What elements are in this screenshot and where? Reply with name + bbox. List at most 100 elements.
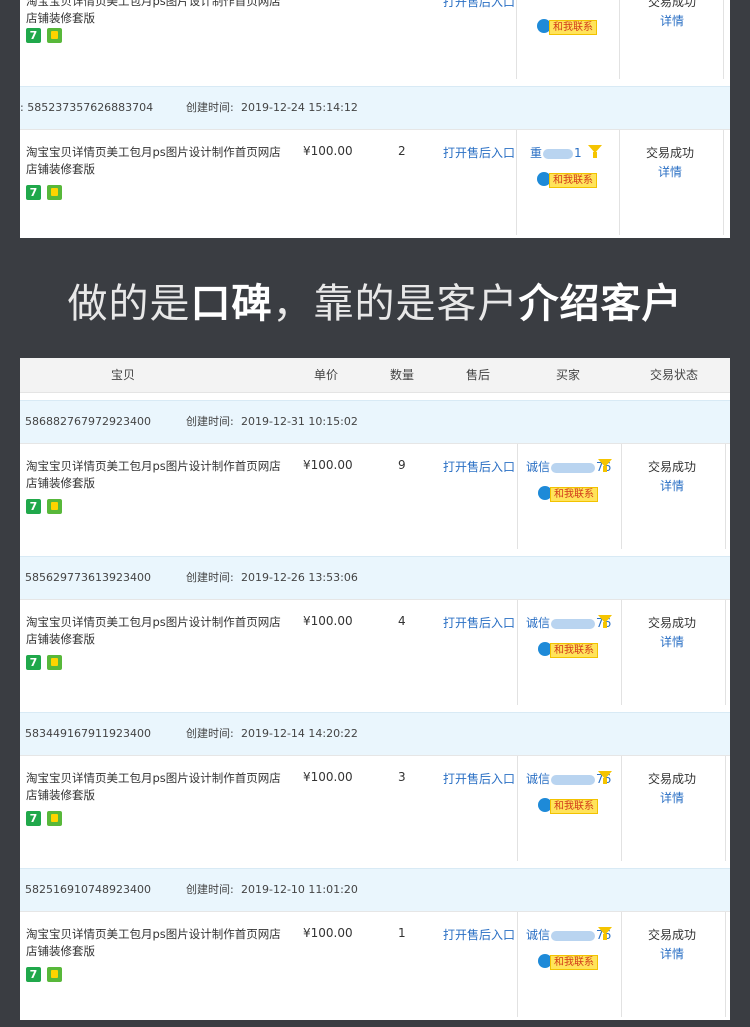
unit-price: ¥100.00 [303, 614, 353, 628]
order-row: 淘宝宝贝详情页美工包月ps图片设计制作首页网店店铺装修套版 7 ¥100.00 … [20, 129, 730, 235]
item-title[interactable]: 淘宝宝贝详情页美工包月ps图片设计制作首页网店店铺装修套版 [26, 144, 291, 178]
unit-price: ¥100.00 [303, 926, 353, 940]
blurred-name [551, 618, 596, 629]
item-title[interactable]: 淘宝宝贝详情页美工包月ps图片设计制作首页网店店铺装修套版 [26, 458, 291, 492]
created-time: 2019-12-31 10:15:02 [241, 415, 358, 428]
shopping-bag-icon [47, 655, 62, 670]
created-time: 2019-12-14 14:20:22 [241, 727, 358, 740]
order-row: 淘宝宝贝详情页美工包月ps图片设计制作首页网店店铺装修套版 7 ¥100.00 … [20, 755, 730, 861]
created-time: 2019-12-26 13:53:06 [241, 571, 358, 584]
order-header: 583449167911923400 创建时间: 2019-12-14 14:2… [20, 712, 730, 755]
quantity: 1 [398, 926, 406, 940]
service-badges: 7 [26, 28, 68, 43]
service-badges: 7 [26, 655, 68, 670]
shopping-bag-icon [47, 28, 62, 43]
detail-link[interactable]: 详情 [622, 789, 722, 808]
after-sale-link[interactable]: 打开售后入口 [443, 770, 515, 787]
created-label: 创建时间: [186, 727, 234, 740]
order-row-partial: 淘宝宝贝详情页美工包月ps图片设计制作首页网店店铺装修套版 7 打开售后入口 和… [20, 0, 730, 79]
contact-seller-button[interactable]: 和我联系 [538, 954, 598, 970]
blurred-name [551, 462, 596, 473]
trade-status: 交易成功 详情 [620, 144, 720, 182]
detail-link[interactable]: 详情 [620, 163, 720, 182]
trade-status: 交易成功 详情 [622, 0, 722, 31]
filter-icon[interactable] [598, 927, 612, 940]
created-label: 创建时间: [186, 883, 234, 896]
detail-link[interactable]: 详情 [622, 12, 722, 31]
order-header: 586882767972923400 创建时间: 2019-12-31 10:1… [20, 400, 730, 443]
order-list-panel-top: 淘宝宝贝详情页美工包月ps图片设计制作首页网店店铺装修套版 7 打开售后入口 和… [20, 0, 730, 238]
after-sale-link[interactable]: 打开售后入口 [443, 0, 515, 10]
shopping-bag-icon [47, 811, 62, 826]
trade-status: 交易成功 详情 [622, 458, 722, 496]
detail-link[interactable]: 详情 [622, 945, 722, 964]
after-sale-link[interactable]: 打开售后入口 [443, 614, 515, 631]
seven-day-return-icon: 7 [26, 499, 41, 514]
shopping-bag-icon [47, 499, 62, 514]
col-qty: 数量 [390, 368, 415, 382]
buyer-name[interactable]: 重1 [530, 144, 582, 161]
col-item: 宝贝 [111, 368, 136, 382]
col-after-sale: 售后 [466, 368, 491, 382]
seven-day-return-icon: 7 [26, 185, 41, 200]
filter-icon[interactable] [598, 771, 612, 784]
order-header: : 585237357626883704 创建时间: 2019-12-24 15… [20, 86, 730, 129]
item-title[interactable]: 淘宝宝贝详情页美工包月ps图片设计制作首页网店店铺装修套版 [26, 614, 291, 648]
shopping-bag-icon [47, 967, 62, 982]
order-number: 585629773613923400 [25, 571, 151, 584]
unit-price: ¥100.00 [303, 770, 353, 784]
contact-seller-button[interactable]: 和我联系 [538, 798, 598, 814]
item-title[interactable]: 淘宝宝贝详情页美工包月ps图片设计制作首页网店店铺装修套版 [26, 0, 291, 27]
seven-day-return-icon: 7 [26, 655, 41, 670]
col-status: 交易状态 [650, 368, 699, 382]
blurred-name [551, 774, 596, 785]
created-label: 创建时间: [186, 101, 234, 114]
service-badges: 7 [26, 185, 68, 200]
order-number: 582516910748923400 [25, 883, 151, 896]
after-sale-link[interactable]: 打开售后入口 [443, 926, 515, 943]
order-list-panel: 宝贝 单价 数量 售后 买家 交易状态 586882767972923400 创… [20, 358, 730, 1020]
contact-seller-button[interactable]: 和我联系 [537, 172, 597, 188]
trade-status: 交易成功 详情 [622, 926, 722, 964]
after-sale-link[interactable]: 打开售后入口 [443, 144, 515, 161]
promo-heading: 做的是口碑，靠的是客户介绍客户 [67, 281, 683, 327]
service-badges: 7 [26, 499, 68, 514]
order-row: 淘宝宝贝详情页美工包月ps图片设计制作首页网店店铺装修套版 7 ¥100.00 … [20, 911, 730, 1017]
detail-link[interactable]: 详情 [622, 477, 722, 496]
filter-icon[interactable] [598, 615, 612, 628]
blurred-name [543, 148, 574, 159]
service-badges: 7 [26, 967, 68, 982]
unit-price: ¥100.00 [303, 144, 353, 158]
blurred-name [551, 930, 596, 941]
created-label: 创建时间: [186, 571, 234, 584]
service-badges: 7 [26, 811, 68, 826]
col-buyer: 买家 [556, 368, 581, 382]
quantity: 3 [398, 770, 406, 784]
unit-price: ¥100.00 [303, 458, 353, 472]
contact-seller-button[interactable]: 和我联系 [537, 19, 597, 35]
quantity: 4 [398, 614, 406, 628]
trade-status: 交易成功 详情 [622, 614, 722, 652]
contact-seller-button[interactable]: 和我联系 [538, 642, 598, 658]
item-title[interactable]: 淘宝宝贝详情页美工包月ps图片设计制作首页网店店铺装修套版 [26, 926, 291, 960]
created-time: 2019-12-24 15:14:12 [241, 101, 358, 114]
seven-day-return-icon: 7 [26, 28, 41, 43]
detail-link[interactable]: 详情 [622, 633, 722, 652]
table-header: 宝贝 单价 数量 售后 买家 交易状态 [20, 358, 730, 393]
order-number: 583449167911923400 [25, 727, 151, 740]
seven-day-return-icon: 7 [26, 967, 41, 982]
after-sale-link[interactable]: 打开售后入口 [443, 458, 515, 475]
created-label: 创建时间: [186, 415, 234, 428]
order-row: 淘宝宝贝详情页美工包月ps图片设计制作首页网店店铺装修套版 7 ¥100.00 … [20, 443, 730, 549]
filter-icon[interactable] [598, 459, 612, 472]
order-number: 586882767972923400 [25, 415, 151, 428]
item-title[interactable]: 淘宝宝贝详情页美工包月ps图片设计制作首页网店店铺装修套版 [26, 770, 291, 804]
order-header: 585629773613923400 创建时间: 2019-12-26 13:5… [20, 556, 730, 599]
order-number: : 585237357626883704 [20, 101, 154, 114]
created-time: 2019-12-10 11:01:20 [241, 883, 358, 896]
contact-seller-button[interactable]: 和我联系 [538, 486, 598, 502]
seven-day-return-icon: 7 [26, 811, 41, 826]
filter-icon[interactable] [588, 145, 602, 158]
quantity: 2 [398, 144, 406, 158]
col-price: 单价 [314, 368, 339, 382]
